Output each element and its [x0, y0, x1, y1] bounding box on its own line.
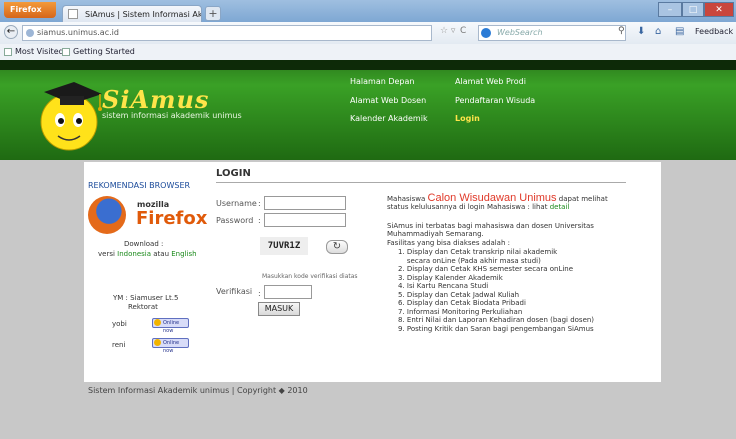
nav-pendaftaran-wisuda[interactable]: Pendaftaran Wisuda [455, 96, 535, 105]
facilities-title: Fasilitas yang bisa diakses adalah : [387, 239, 510, 247]
verifikasi-input[interactable] [264, 285, 312, 299]
search-engine-icon[interactable] [481, 28, 491, 38]
site-identity-icon[interactable] [26, 29, 34, 37]
firefox-logo-icon[interactable] [88, 196, 126, 234]
site-footer: Sistem Informasi Akademik unimus | Copyr… [88, 386, 308, 395]
siamus-description: SiAmus ini terbatas bagi mahasiswa dan d… [387, 222, 594, 238]
bookmark-getting-started[interactable]: Getting Started [73, 47, 135, 56]
home-icon[interactable]: ⌂ [655, 26, 661, 37]
new-tab-button[interactable]: + [205, 6, 221, 21]
facility-item: 1. Display dan Cetak transkrip nilai aka… [398, 248, 558, 256]
nav-halaman-depan[interactable]: Halaman Depan [350, 77, 414, 86]
getting-started-icon [62, 48, 70, 56]
download-indonesia-link[interactable]: Indonesia [117, 250, 151, 258]
username-input[interactable] [264, 196, 346, 210]
captcha-image: 7UVR1Z [260, 237, 308, 255]
captcha-hint: Masukkan kode verifikasi diatas [262, 273, 358, 280]
bookmarks-menu-icon[interactable]: ▤ [675, 26, 684, 37]
url-bar[interactable]: siamus.unimus.ac.id [22, 25, 432, 41]
refresh-captcha-icon[interactable]: ↻ [326, 240, 348, 254]
login-title: LOGIN [216, 168, 251, 179]
facility-item: 4. Isi Kartu Rencana Studi [398, 282, 489, 290]
ym-smiley-icon [154, 319, 161, 326]
nav-kalender-akademik[interactable]: Kalender Akademik [350, 114, 428, 123]
login-divider [216, 182, 626, 183]
site-logo-text[interactable]: SiAmus [102, 85, 209, 114]
password-colon: : [258, 216, 261, 225]
minimize-button[interactable]: – [658, 2, 682, 17]
close-window-button[interactable]: ✕ [704, 2, 734, 17]
tab-favicon-icon [68, 9, 78, 19]
notice-prefix: Mahasiswa [387, 195, 426, 203]
ym-smiley-icon [154, 339, 161, 346]
password-input[interactable] [264, 213, 346, 227]
status-notice: status kelulusannya di login Mahasiswa :… [387, 203, 569, 211]
username-label: Username [216, 199, 257, 208]
tab-siamus[interactable]: SiAmus | Sistem Informasi Akademik UN... [62, 5, 202, 22]
bookmark-star-icon[interactable]: ☆ ▿ [440, 26, 455, 36]
facility-item: 2. Display dan Cetak KHS semester secara… [398, 265, 574, 273]
ym-contact-name: yobi [112, 320, 127, 328]
download-versions: versi Indonesia atau English [98, 250, 197, 258]
status-text: status kelulusannya di login Mahasiswa :… [387, 203, 548, 211]
firefox-menu-button[interactable]: Firefox [4, 2, 56, 18]
most-visited-icon [4, 48, 12, 56]
notice-suffix: dapat melihat [558, 195, 608, 203]
facility-item: secara onLine (Pada akhir masa studi) [398, 256, 541, 265]
search-icon[interactable]: ⚲ [618, 26, 625, 36]
download-icon[interactable]: ⬇ [637, 26, 645, 37]
facility-item: 7. Informasi Monitoring Perkuliahan [398, 307, 523, 316]
detail-link[interactable]: detail [550, 203, 570, 211]
browser-recommendation-title: REKOMENDASI BROWSER [88, 181, 191, 190]
reload-icon[interactable]: C [460, 26, 466, 36]
mascot-logo-icon [40, 82, 102, 151]
site-subtitle: sistem informasi akademik unimus [102, 111, 242, 120]
facility-item: 9. Posting Kritik dan Saran bagi pengemb… [398, 324, 594, 333]
bookmark-most-visited[interactable]: Most Visited [15, 47, 64, 56]
header-top-band [0, 60, 736, 70]
password-label: Password [216, 216, 254, 225]
verifikasi-colon: : [258, 289, 261, 298]
username-colon: : [258, 199, 261, 208]
nav-login[interactable]: Login [455, 114, 480, 123]
ym-location: Rektorat [128, 303, 158, 311]
nav-alamat-web-prodi[interactable]: Alamat Web Prodi [455, 77, 526, 86]
versi-label: versi [98, 250, 115, 258]
masuk-button[interactable]: MASUK [258, 302, 300, 316]
facility-item: 3. Display Kalender Akademik [398, 273, 503, 282]
ym-contact-name: reni [112, 341, 126, 349]
download-english-link[interactable]: English [171, 250, 196, 258]
firefox-wordmark[interactable]: Firefox [136, 208, 207, 229]
facility-item: 6. Display dan Cetak Biodata Pribadi [398, 299, 526, 307]
back-arrow-icon[interactable]: ← [4, 25, 18, 39]
verifikasi-label: Verifikasi [216, 287, 253, 296]
ym-label: YM : Siamuser Lt.5 [113, 294, 179, 302]
facility-item: 8. Entri Nilai dan Laporan Kehadiran dos… [398, 316, 595, 324]
search-input[interactable]: WebSearch [478, 25, 626, 41]
feedback-button[interactable]: Feedback [695, 27, 733, 36]
download-label: Download : [124, 240, 164, 248]
maximize-button[interactable]: □ [682, 2, 704, 17]
facility-item: 5. Display dan Cetak Jadwal Kuliah [398, 290, 520, 299]
atau-label: atau [153, 250, 170, 258]
nav-alamat-web-dosen[interactable]: Alamat Web Dosen [350, 96, 426, 105]
facilities-list: 1. Display dan Cetak transkrip nilai aka… [398, 248, 594, 333]
